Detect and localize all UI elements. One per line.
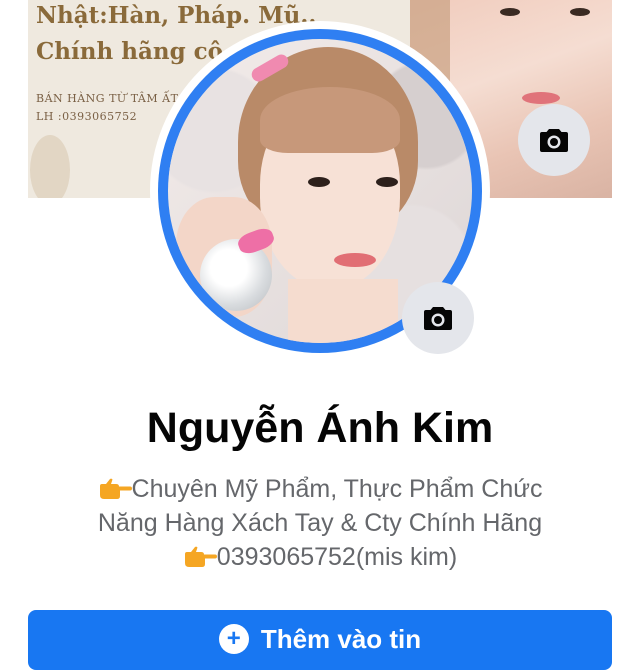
profile-name: Nguyễn Ánh Kim (146, 404, 494, 452)
avatar-mouth (334, 253, 376, 267)
cover-portrait-eye (570, 8, 590, 16)
camera-icon (424, 307, 452, 330)
edit-profile-picture-button[interactable] (402, 282, 474, 354)
cover-phone: LH :0393065752 (36, 110, 138, 123)
plus-icon: + (218, 624, 249, 654)
bio-line-1: Chuyên Mỹ Phẩm, Thực Phẩm Chức (40, 472, 600, 506)
bio-text-3: 0393065752(mis kim) (216, 543, 458, 571)
profile-bio: Chuyên Mỹ Phẩm, Thực Phẩm Chức Năng Hàng… (40, 472, 600, 574)
cover-headline-1: Nhật:Hàn, Pháp. Mũ.. (36, 2, 317, 29)
bio-line-3: 0393065752(mis kim) (40, 540, 600, 574)
cover-tagline: BÁN HÀNG TỪ TÂM ẤT (36, 92, 179, 105)
perfume-bottle (200, 239, 272, 311)
pointing-hand-icon (99, 478, 132, 499)
avatar-bangs (260, 87, 400, 153)
add-to-story-label: Thêm vào tin (260, 624, 422, 654)
avatar-eye (376, 177, 398, 187)
bio-line-2: Năng Hàng Xách Tay & Cty Chính Hãng (97, 509, 543, 537)
avatar-neck (288, 279, 398, 343)
cover-portrait-eye (500, 8, 520, 16)
pointing-hand-icon (184, 546, 217, 567)
add-to-story-button[interactable]: + Thêm vào tin (28, 610, 612, 670)
edit-cover-photo-button[interactable] (518, 104, 590, 176)
cover-portrait-lips (522, 92, 560, 104)
camera-icon (540, 129, 568, 152)
cover-decoration (30, 135, 70, 198)
bio-text-1: Chuyên Mỹ Phẩm, Thực Phẩm Chức (131, 475, 543, 503)
avatar-eye (308, 177, 330, 187)
